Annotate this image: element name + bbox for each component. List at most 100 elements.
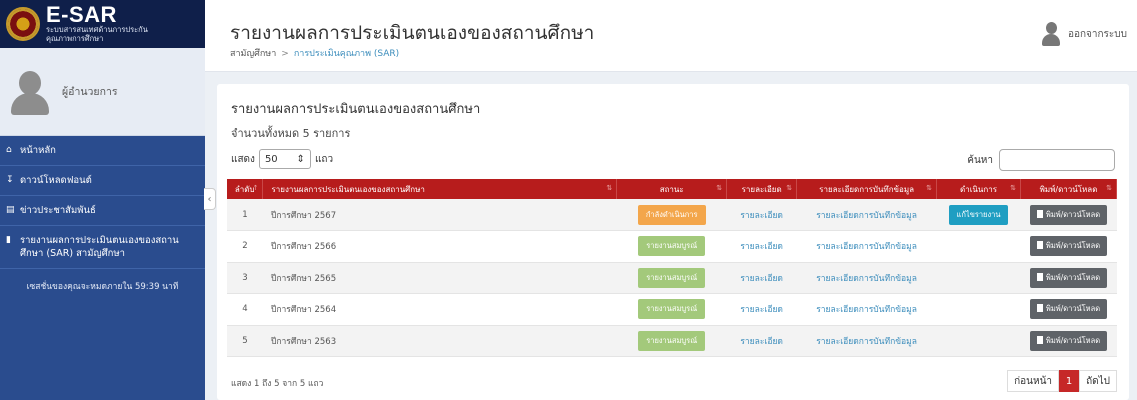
cell-no: 2 xyxy=(227,230,263,263)
file-icon xyxy=(1036,209,1043,218)
cell-report-name: ปีการศึกษา 2566 xyxy=(262,230,617,263)
file-icon xyxy=(1036,335,1043,344)
table-row: 3 ปีการศึกษา 2565 รายงานสมบูรณ์ รายละเอี… xyxy=(227,262,1117,294)
cell-no: 1 xyxy=(227,199,263,231)
status-badge: รายงานสมบูรณ์ xyxy=(638,299,706,320)
table-row: 4 ปีการศึกษา 2564 รายงานสมบูรณ์ รายละเอี… xyxy=(227,293,1117,326)
breadcrumb-item-active[interactable]: การประเมินคุณภาพ (SAR) xyxy=(294,49,399,59)
detail-link[interactable]: รายละเอียด xyxy=(740,337,783,347)
book-icon: ▮ xyxy=(6,235,11,245)
cell-action-empty xyxy=(936,293,1021,326)
record-detail-link[interactable]: รายละเอียดการบันทึกข้อมูล xyxy=(816,211,917,221)
avatar-icon xyxy=(1041,22,1060,46)
sort-icon: ⇅ xyxy=(606,184,613,192)
sidebar-item-sar-report[interactable]: ▮ รายงานผลการประเมินตนเองของสถานศึกษา (S… xyxy=(0,226,205,269)
cell-report-name: ปีการศึกษา 2564 xyxy=(262,293,617,326)
cell-action-empty xyxy=(936,262,1021,294)
page-length-select[interactable]: 50 ⇕ xyxy=(258,149,311,169)
file-icon xyxy=(1036,241,1043,250)
sidebar-item-home[interactable]: ⌂ หน้าหลัก xyxy=(0,136,205,166)
sidebar-nav: ⌂ หน้าหลัก ↧ ดาวน์โหลดฟอนต์ ▤ ข่าวประชาส… xyxy=(0,136,205,269)
sidebar-item-label: หน้าหลัก xyxy=(20,145,56,156)
logout-button[interactable]: ออกจากระบบ xyxy=(1041,22,1127,46)
table-info: แสดง 1 ถึง 5 จาก 5 แถว xyxy=(231,379,324,389)
total-count: จำนวนทั้งหมด 5 รายการ xyxy=(231,127,351,140)
breadcrumb-item[interactable]: สามัญศึกษา xyxy=(230,49,276,59)
status-badge: กำลังดำเนินการ xyxy=(637,204,706,225)
next-page-button[interactable]: ถัดไป xyxy=(1079,370,1117,392)
emblem-icon xyxy=(6,7,40,41)
page-length-control: แสดง 50 ⇕ แถว xyxy=(231,149,333,169)
brand-subtitle-2: คุณภาพการศึกษา xyxy=(46,34,104,43)
sidebar-item-download-font[interactable]: ↧ ดาวน์โหลดฟอนต์ xyxy=(0,166,205,196)
pagination: ก่อนหน้า 1 ถัดไป xyxy=(1007,370,1117,392)
detail-link[interactable]: รายละเอียด xyxy=(740,211,783,221)
print-download-button[interactable]: พิมพ์/ดาวน์โหลด xyxy=(1029,330,1108,351)
record-detail-link[interactable]: รายละเอียดการบันทึกข้อมูล xyxy=(816,274,917,284)
sort-icon: ⇅ xyxy=(1106,184,1112,192)
search-label: ค้นหา xyxy=(967,154,993,166)
print-download-button[interactable]: พิมพ์/ดาวน์โหลด xyxy=(1029,267,1108,288)
page-1-button[interactable]: 1 xyxy=(1059,370,1080,392)
detail-link[interactable]: รายละเอียด xyxy=(740,305,783,315)
column-header-status[interactable]: สถานะ ⇅ xyxy=(616,179,728,199)
page-length-value: 50 xyxy=(264,153,278,165)
status-badge: รายงานสมบูรณ์ xyxy=(638,330,706,351)
brand-logo[interactable]: E-SAR ระบบสารสนเทศด้านการประกัน คุณภาพกา… xyxy=(0,0,205,48)
sort-icon: ⇅ xyxy=(1010,184,1016,192)
file-icon xyxy=(1036,272,1043,281)
page-header: รายงานผลการประเมินตนเองของสถานศึกษา สามั… xyxy=(205,0,1137,72)
report-box: รายงานผลการประเมินตนเองของสถานศึกษา จำนว… xyxy=(217,84,1129,400)
session-timer: เซสชั่นของคุณจะหมดภายใน 59:39 นาที xyxy=(26,282,179,292)
brand-title: E-SAR xyxy=(46,2,117,27)
sort-icon: ↑ xyxy=(252,184,259,192)
table-row: 1 ปีการศึกษา 2567 กำลังดำเนินการ รายละเอ… xyxy=(227,199,1117,231)
brand-subtitle-1: ระบบสารสนเทศด้านการประกัน xyxy=(46,25,148,34)
page-title: รายงานผลการประเมินตนเองของสถานศึกษา xyxy=(230,22,595,44)
table-row: 5 ปีการศึกษา 2563 รายงานสมบูรณ์ รายละเอี… xyxy=(227,325,1117,357)
print-download-button[interactable]: พิมพ์/ดาวน์โหลด xyxy=(1029,299,1108,320)
record-detail-link[interactable]: รายละเอียดการบันทึกข้อมูล xyxy=(816,242,917,252)
show-label: แสดง xyxy=(231,153,255,165)
record-detail-link[interactable]: รายละเอียดการบันทึกข้อมูล xyxy=(816,337,917,347)
user-name: ผู้อำนวยการ xyxy=(62,86,118,98)
sidebar-item-news[interactable]: ▤ ข่าวประชาสัมพันธ์ xyxy=(0,196,205,226)
search-input[interactable] xyxy=(999,149,1115,171)
cell-no: 3 xyxy=(227,262,263,294)
detail-link[interactable]: รายละเอียด xyxy=(740,274,783,284)
sidebar-item-label: ดาวน์โหลดฟอนต์ xyxy=(20,175,92,186)
cell-action-empty xyxy=(936,325,1021,357)
sort-icon: ⇅ xyxy=(926,184,933,192)
column-header-detail[interactable]: รายละเอียด ⇅ xyxy=(726,179,798,199)
sidebar-item-label: ข่าวประชาสัมพันธ์ xyxy=(20,205,96,216)
sidebar-collapse-toggle[interactable]: ‹ xyxy=(204,188,216,210)
cell-no: 5 xyxy=(227,325,263,357)
report-table: ลำดับ ↑ รายงานผลการประเมินตนเองของสถานศึก… xyxy=(227,179,1118,357)
chevron-left-icon: ‹ xyxy=(207,193,212,205)
status-badge: รายงานสมบูรณ์ xyxy=(638,236,706,257)
prev-page-button[interactable]: ก่อนหน้า xyxy=(1007,370,1060,392)
column-header-record-detail[interactable]: รายละเอียดการบันทึกข้อมูล ⇅ xyxy=(796,179,938,199)
file-icon xyxy=(1036,304,1043,313)
user-panel: ผู้อำนวยการ xyxy=(0,48,205,136)
updown-icon: ⇕ xyxy=(296,153,305,165)
column-header-no[interactable]: ลำดับ ↑ xyxy=(227,179,264,199)
sort-icon: ⇅ xyxy=(716,184,723,192)
column-header-action[interactable]: ดำเนินการ ⇅ xyxy=(936,179,1021,199)
record-detail-link[interactable]: รายละเอียดการบันทึกข้อมูล xyxy=(816,305,917,315)
home-icon: ⌂ xyxy=(6,145,12,155)
print-download-button[interactable]: พิมพ์/ดาวน์โหลด xyxy=(1029,236,1108,257)
box-title: รายงานผลการประเมินตนเองของสถานศึกษา xyxy=(231,102,481,117)
status-badge: รายงานสมบูรณ์ xyxy=(638,267,706,288)
table-row: 2 ปีการศึกษา 2566 รายงานสมบูรณ์ รายละเอี… xyxy=(227,230,1117,263)
breadcrumb: สามัญศึกษา > การประเมินคุณภาพ (SAR) xyxy=(230,46,399,60)
detail-link[interactable]: รายละเอียด xyxy=(740,242,783,252)
search-control: ค้นหา xyxy=(967,149,1115,171)
column-header-report[interactable]: รายงานผลการประเมินตนเองของสถานศึกษา ⇅ xyxy=(262,179,618,199)
column-header-print[interactable]: พิมพ์/ดาวน์โหลด ⇅ xyxy=(1020,179,1118,199)
sidebar: E-SAR ระบบสารสนเทศด้านการประกัน คุณภาพกา… xyxy=(0,0,205,400)
cell-no: 4 xyxy=(227,293,263,326)
print-download-button[interactable]: พิมพ์/ดาวน์โหลด xyxy=(1029,204,1108,225)
breadcrumb-separator: > xyxy=(281,49,289,59)
edit-report-button[interactable]: แก้ไขรายงาน xyxy=(948,204,1009,225)
